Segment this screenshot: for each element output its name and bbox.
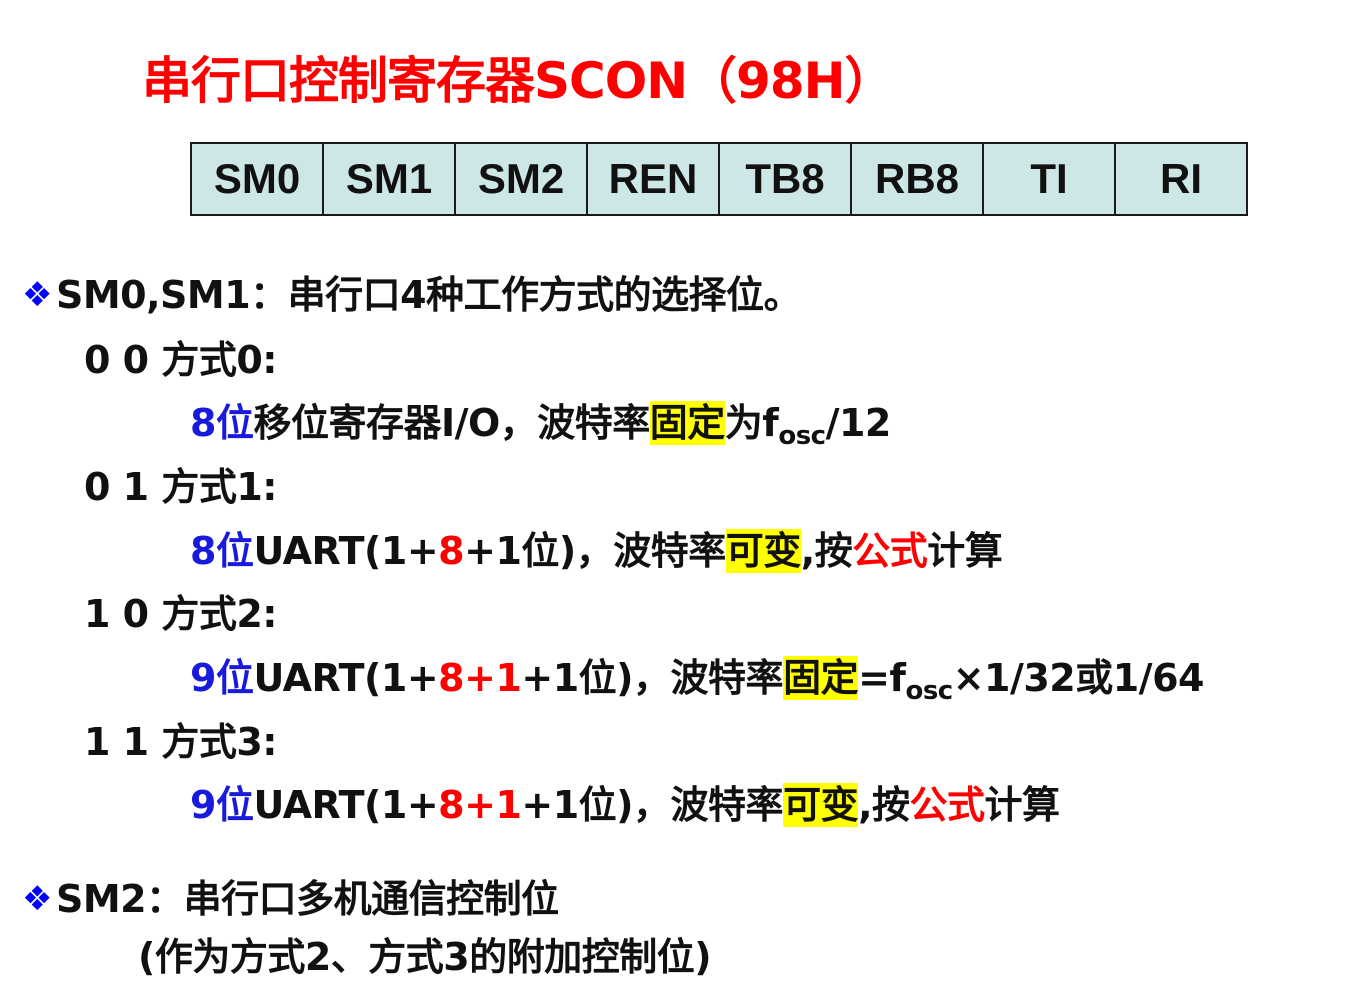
mode2-highlight: 固定 [783, 656, 859, 700]
mode3-text4: 计算 [984, 783, 1061, 827]
mode0-subscript: osc [778, 421, 826, 451]
register-bit-sm2: SM2 [454, 142, 588, 216]
register-bit-ren: REN [586, 142, 720, 216]
sm2-note: (作为方式2、方式3的附加控制位) [138, 935, 712, 979]
mode2-red-data: 8+1 [438, 656, 522, 700]
mode2-description: 9位UART(1+8+1+1位)，波特率固定=fosc×1/32或1/64 [190, 651, 1204, 718]
mode1-code: 0 1 方式1: [84, 465, 277, 509]
mode1-description: 8位UART(1+8+1位)，波特率可变,按公式计算 [190, 524, 1003, 578]
register-bit-sm1: SM1 [322, 142, 456, 216]
mode1-highlight: 可变 [725, 529, 801, 573]
mode1-text3: ,按 [800, 529, 853, 573]
mode3-red-data: 8+1 [438, 783, 522, 827]
mode2-code: 1 0 方式2: [84, 592, 277, 636]
mode2-text1: UART(1+ [253, 656, 439, 700]
mode0-text3: /12 [825, 401, 892, 445]
mode3-description: 9位UART(1+8+1+1位)，波特率可变,按公式计算 [190, 778, 1060, 832]
mode0-bits: 8位 [190, 401, 254, 445]
mode3-text3: ,按 [858, 783, 910, 827]
register-bit-tb8: TB8 [718, 142, 852, 216]
mode0-code: 0 0 方式0: [84, 338, 277, 382]
mode1-bits: 8位 [190, 529, 254, 573]
sm2-heading: SM2：串行口多机通信控制位 [55, 877, 559, 921]
mode0-text1: 移位寄存器I/O，波特率 [253, 401, 650, 445]
mode3-highlight: 可变 [783, 783, 859, 827]
mode1-text4: 计算 [927, 529, 1003, 573]
mode1-red-formula: 公式 [852, 529, 928, 573]
register-bit-row: SM0 SM1 SM2 REN TB8 RB8 TI RI [190, 142, 1248, 216]
mode0-description: 8位移位寄存器I/O，波特率固定为fosc/12 [190, 396, 891, 463]
sm2-heading-line: ❖ SM2：串行口多机通信控制位 [22, 872, 559, 926]
sm01-heading-line: ❖ SM0,SM1：串行口4种工作方式的选择位。 [22, 268, 802, 322]
mode1-red-data: 8 [438, 529, 465, 573]
mode2-subscript: osc [905, 676, 953, 706]
mode0-text2: 为f [724, 401, 779, 445]
diamond-cluster-icon: ❖ [22, 879, 52, 919]
register-bit-ti: TI [982, 142, 1116, 216]
mode2-text2: +1位)，波特率 [521, 656, 784, 700]
mode3-bits: 9位 [190, 783, 254, 827]
mode2-text3: =f [858, 656, 906, 700]
mode2-text4: ×1/32或1/64 [952, 656, 1205, 700]
mode2-bits: 9位 [190, 656, 254, 700]
register-bit-sm0: SM0 [190, 142, 324, 216]
mode3-red-formula: 公式 [909, 783, 986, 827]
diamond-cluster-icon: ❖ [22, 275, 52, 315]
sm01-heading: SM0,SM1：串行口4种工作方式的选择位。 [55, 273, 802, 317]
slide-title: 串行口控制寄存器SCON（98H） [142, 52, 894, 110]
mode0-highlight: 固定 [649, 401, 725, 445]
scon-register-table: SM0 SM1 SM2 REN TB8 RB8 TI RI [190, 142, 1248, 216]
mode3-code: 1 1 方式3: [84, 720, 277, 764]
mode3-text1: UART(1+ [253, 783, 439, 827]
register-bit-ri: RI [1114, 142, 1248, 216]
mode1-text1: UART(1+ [253, 529, 439, 573]
mode1-text2: +1位)，波特率 [464, 529, 726, 573]
register-bit-rb8: RB8 [850, 142, 984, 216]
mode3-text2: +1位)，波特率 [521, 783, 784, 827]
